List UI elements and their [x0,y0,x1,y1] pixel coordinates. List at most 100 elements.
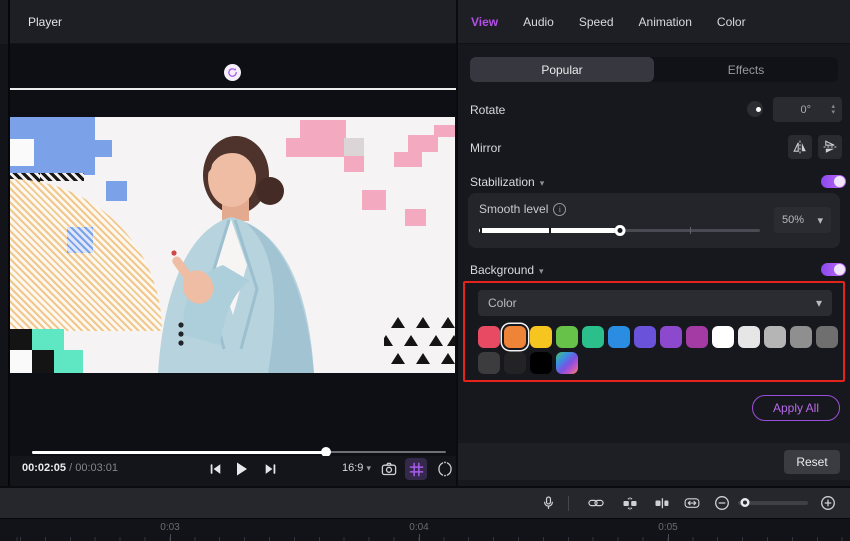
rotate-dial[interactable] [747,101,763,117]
section-caret-icon[interactable]: ▾ [539,266,544,276]
play-button[interactable] [232,461,250,477]
total-time: 00:03:01 [75,462,119,474]
view-tabs: View Audio Speed Animation Color [458,0,850,44]
toggle-knob [834,176,845,187]
player-header: Player [10,0,456,44]
decor-black-block [10,329,32,350]
swatch-red[interactable] [478,326,500,348]
reset-bar: Reset [458,443,850,480]
stage-divider-line [10,88,456,90]
timecode: 00:02:05 / 00:03:01 [22,462,118,474]
ruler-minor-ticks [0,537,850,541]
swatch-gradient[interactable] [556,352,578,374]
decor-white-notch [10,139,34,166]
swatch-blue[interactable] [608,326,630,348]
toggle-knob [834,264,845,275]
tab-color[interactable]: Color [717,15,746,29]
player-title: Player [28,14,63,29]
swatch-black[interactable] [530,352,552,374]
zoom-out-icon [715,496,729,510]
rotate-dial-indicator [756,106,761,112]
stepper-down-icon[interactable]: ▾ [831,109,835,116]
reset-button[interactable]: Reset [784,450,840,474]
zoom-in-button[interactable] [820,495,836,511]
aspect-ratio-value: 16:9 [342,462,364,474]
grid-overlay-button[interactable] [405,458,427,480]
snapshot-button[interactable] [380,461,397,477]
split-clip-button[interactable] [654,495,670,511]
decor-pink-block [362,190,386,210]
slider-tick [549,227,551,234]
swatch-green[interactable] [556,326,578,348]
stabilization-toggle[interactable] [821,175,846,188]
tab-animation[interactable]: Animation [639,15,692,29]
segment-popular[interactable]: Popular [470,57,654,82]
ruler-major-tick [419,534,420,541]
fit-screen-icon [437,461,452,477]
replay-badge-button[interactable] [224,64,241,81]
background-type-select[interactable]: Color ▾ [478,290,832,316]
decor-pink-block [405,209,426,226]
chevron-down-icon: ▾ [366,463,372,473]
detach-audio-button[interactable] [622,495,638,511]
swatch-violet[interactable] [660,326,682,348]
seek-progress [32,450,326,454]
swatch-orange[interactable] [504,326,526,348]
aspect-ratio-dropdown[interactable]: 16:9 ▾ [342,462,371,474]
record-voiceover-button[interactable] [540,495,556,511]
swatch-light-gray[interactable] [738,326,760,348]
flip-horizontal-button[interactable] [788,135,812,159]
zoom-in-icon [821,496,835,510]
flip-vertical-button[interactable] [818,135,842,159]
slider-tick [689,227,692,234]
zoom-slider-handle[interactable] [740,498,750,507]
rotate-value-stepper[interactable]: 0° ▴ ▾ [773,97,842,122]
background-toggle[interactable] [821,263,846,276]
swatch-dark-gray[interactable] [478,352,500,374]
chevron-down-icon: ▾ [815,296,822,310]
fit-timeline-button[interactable] [684,495,700,511]
next-frame-button[interactable] [261,461,279,477]
smooth-value-dropdown[interactable]: 50% ▾ [774,207,831,233]
decor-mint-block [54,350,83,373]
tab-view[interactable]: View [471,15,498,29]
category-segmented-control: Popular Effects [470,57,838,82]
ruler-major-tick [170,534,171,541]
link-clips-button[interactable] [588,495,604,511]
split-icon [655,498,669,509]
left-edge-panel [0,0,10,486]
stepper-arrows[interactable]: ▴ ▾ [831,103,835,116]
smooth-level-card: Smooth level i 50% ▾ [468,193,840,248]
previous-frame-button[interactable] [206,461,224,477]
swatch-mid-gray[interactable] [790,326,812,348]
zoom-out-button[interactable] [714,495,730,511]
fit-screen-button[interactable] [436,461,453,477]
timeline-ruler[interactable]: 0:03 0:04 0:05 [0,518,850,541]
swatch-gray[interactable] [764,326,786,348]
decor-pink-block [434,125,455,137]
smooth-level-slider[interactable] [479,224,760,236]
timeline-zoom-slider[interactable] [738,498,808,507]
smooth-slider-handle[interactable] [614,224,625,236]
swatch-dim-gray[interactable] [816,326,838,348]
properties-panel: View Audio Speed Animation Color Popular Eff… [458,0,850,486]
swatch-teal[interactable] [582,326,604,348]
tab-speed[interactable]: Speed [579,15,614,29]
swatch-yellow[interactable] [530,326,552,348]
background-type-value: Color [488,296,517,310]
segment-effects[interactable]: Effects [654,57,838,82]
info-icon[interactable]: i [553,202,567,216]
swatch-indigo[interactable] [634,326,656,348]
swatch-magenta[interactable] [686,326,708,348]
link-icon [588,499,604,507]
section-caret-icon[interactable]: ▾ [540,178,545,188]
video-preview [10,117,455,373]
decor-white-block [10,350,32,373]
ruler-major-tick [668,534,669,541]
swatch-near-black[interactable] [504,352,526,374]
tab-audio[interactable]: Audio [523,15,554,29]
swatch-white[interactable] [712,326,734,348]
apply-all-button[interactable]: Apply All [752,395,840,421]
microphone-icon [543,496,553,510]
play-icon [237,462,247,476]
